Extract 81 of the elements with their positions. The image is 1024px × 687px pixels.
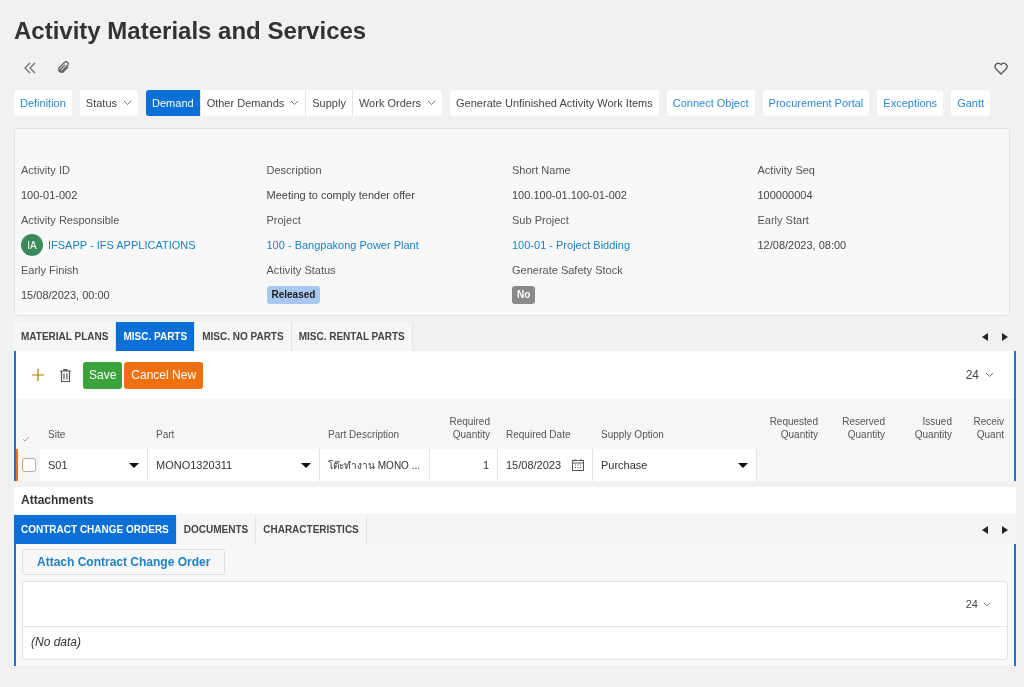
supply-option-field[interactable]: Purchase — [593, 449, 757, 481]
column-header: Receiv Quant — [972, 415, 1004, 441]
caret-icon[interactable] — [301, 462, 311, 468]
field-label: Generate Safety Stock — [512, 263, 623, 278]
field-label: Sub Project — [512, 213, 569, 228]
part-field[interactable]: MONO1320311 — [148, 449, 320, 481]
toolbar-button[interactable]: Status — [79, 90, 139, 116]
paperclip-icon[interactable] — [56, 61, 70, 75]
select-all-check-icon[interactable] — [22, 436, 30, 442]
field-label: Early Finish — [21, 263, 79, 278]
column-header: Part Description — [328, 428, 400, 441]
toolbar-button[interactable]: Generate Unfinished Activity Work Items — [450, 90, 659, 116]
field-label: Description — [266, 163, 322, 178]
column-header: Requested Quantity — [768, 415, 818, 441]
field-link[interactable]: 100-01 - Project Bidding — [512, 236, 630, 254]
tab[interactable]: MATERIAL PLANS — [14, 322, 117, 351]
column-header: Site — [48, 428, 66, 441]
toolbar-button[interactable]: Work Orders — [351, 90, 443, 116]
column-header: Issued Quantity — [913, 415, 952, 441]
toolbar-button[interactable]: Definition — [14, 90, 72, 116]
column-header: Required Date — [506, 428, 571, 441]
field-label: Early Start — [757, 213, 809, 228]
scroll-left-icon[interactable] — [982, 526, 988, 534]
toolbar-button[interactable]: Supply — [305, 90, 352, 116]
chevron-down-icon — [985, 372, 994, 378]
field-label: Project — [266, 213, 301, 228]
date-field[interactable]: 15/08/2023 — [498, 449, 593, 481]
field-label: Short Name — [512, 163, 571, 178]
field-value: 15/08/2023, 00:00 — [21, 287, 110, 303]
site-field[interactable]: S01 — [40, 449, 148, 481]
toolbar-button[interactable]: Demand — [146, 90, 200, 116]
avatar: IA — [21, 234, 43, 256]
column-header: Reserved Quantity — [841, 415, 885, 441]
field-link[interactable]: IFSAPP - IFS APPLICATIONS — [48, 236, 196, 254]
column-header: Required Quantity — [448, 415, 490, 441]
collapse-icon[interactable] — [24, 62, 36, 74]
status-badge: Released — [266, 286, 321, 304]
tab[interactable]: MISC. PARTS — [116, 322, 196, 351]
column-header: Part — [156, 428, 175, 441]
scroll-right-icon[interactable] — [1002, 526, 1008, 534]
toolbar-button[interactable]: Exceptions — [877, 90, 944, 116]
field-label: Activity ID — [21, 163, 70, 178]
field-value: 100.100-01.100-01-002 — [512, 187, 627, 203]
field-value: 12/08/2023, 08:00 — [757, 237, 847, 253]
caret-icon[interactable] — [129, 462, 139, 468]
row-checkbox[interactable] — [22, 458, 36, 472]
field-label: Activity Status — [266, 263, 336, 278]
quantity-field[interactable]: 1 — [430, 449, 498, 481]
calendar-icon[interactable] — [572, 459, 584, 471]
field-value: 100000004 — [757, 187, 813, 203]
no-data-text: (No data) — [30, 634, 83, 651]
tab[interactable]: MISC. NO PARTS — [195, 322, 292, 351]
field-value: 100-01-002 — [21, 187, 78, 203]
toolbar-button[interactable]: Gantt — [951, 90, 991, 116]
chevron-down-icon — [427, 100, 437, 106]
caret-icon[interactable] — [738, 462, 748, 468]
page-size-dropdown[interactable]: 24 — [965, 595, 991, 613]
add-icon[interactable] — [32, 369, 44, 381]
tab[interactable]: CONTRACT CHANGE ORDERS — [14, 515, 177, 544]
toolbar-button[interactable]: Connect Object — [666, 90, 755, 116]
tab[interactable]: MISC. RENTAL PARTS — [291, 322, 413, 351]
column-header: Supply Option — [601, 428, 664, 441]
description-field[interactable]: โต๊ะทำงาน MONO ... — [320, 449, 430, 481]
attach-button[interactable]: Attach Contract Change Order — [22, 549, 226, 575]
field-value: Meeting to comply tender offer — [266, 187, 415, 203]
chevron-down-icon — [123, 100, 133, 106]
status-badge: No — [512, 286, 536, 304]
chevron-down-icon — [983, 601, 991, 607]
field-label: Activity Seq — [757, 163, 815, 178]
scroll-right-icon[interactable] — [1002, 333, 1008, 341]
page-title: Activity Materials and Services — [14, 16, 368, 46]
toolbar-button[interactable]: Other Demands — [199, 90, 306, 116]
delete-icon[interactable] — [60, 368, 71, 382]
page-size-dropdown[interactable]: 24 — [965, 366, 994, 384]
field-label: Activity Responsible — [21, 213, 120, 228]
heart-icon[interactable] — [994, 61, 1008, 75]
chevron-down-icon — [290, 100, 300, 106]
toolbar-button[interactable]: Procurement Portal — [762, 90, 870, 116]
field-link[interactable]: 100 - Bangpakong Power Plant — [266, 236, 419, 254]
scroll-left-icon[interactable] — [982, 333, 988, 341]
section-title: Attachments — [14, 487, 1016, 514]
